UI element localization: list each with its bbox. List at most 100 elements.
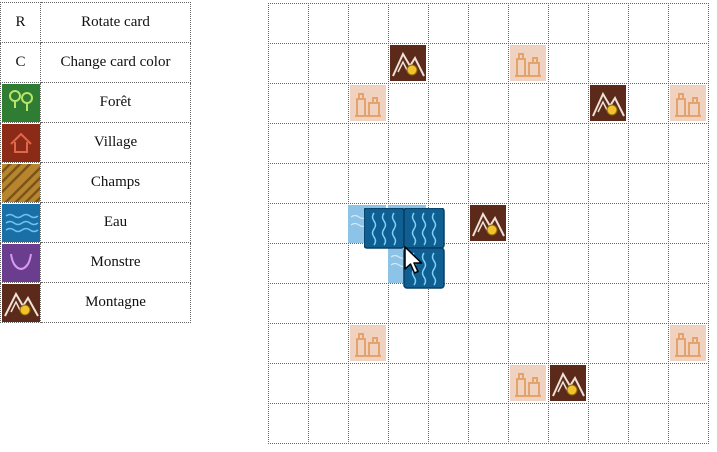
board-cell[interactable] — [588, 83, 629, 124]
board-cell[interactable] — [468, 203, 509, 244]
board-cell[interactable] — [268, 43, 309, 84]
board-cell[interactable] — [548, 283, 589, 324]
board-cell[interactable] — [268, 123, 309, 164]
board-cell[interactable] — [428, 83, 469, 124]
board-cell[interactable] — [588, 123, 629, 164]
board-cell[interactable] — [348, 403, 389, 444]
board-cell[interactable] — [388, 123, 429, 164]
board-cell[interactable] — [668, 403, 709, 444]
board-cell[interactable] — [468, 283, 509, 324]
board-cell[interactable] — [308, 283, 349, 324]
board-cell[interactable] — [308, 203, 349, 244]
board-cell[interactable] — [468, 323, 509, 364]
board-cell[interactable] — [628, 403, 669, 444]
board-cell[interactable] — [268, 203, 309, 244]
board-cell[interactable] — [388, 83, 429, 124]
board-cell[interactable] — [348, 43, 389, 84]
board-cell[interactable] — [628, 363, 669, 404]
board-cell[interactable] — [668, 323, 709, 364]
board-cell[interactable] — [548, 403, 589, 444]
board-cell[interactable] — [548, 323, 589, 364]
board-cell[interactable] — [508, 3, 549, 44]
board-cell[interactable] — [308, 163, 349, 204]
board-cell[interactable] — [388, 323, 429, 364]
board-cell[interactable] — [308, 243, 349, 284]
board-cell[interactable] — [508, 363, 549, 404]
board-cell[interactable] — [268, 363, 309, 404]
board-cell[interactable] — [588, 323, 629, 364]
board-cell[interactable] — [548, 123, 589, 164]
board-cell[interactable] — [548, 83, 589, 124]
board-cell[interactable] — [308, 83, 349, 124]
board-cell[interactable] — [668, 3, 709, 44]
board-cell[interactable] — [348, 83, 389, 124]
board-cell[interactable] — [588, 363, 629, 404]
board-cell[interactable] — [428, 123, 469, 164]
board-cell[interactable] — [668, 123, 709, 164]
board-cell[interactable] — [628, 243, 669, 284]
board-cell[interactable] — [668, 203, 709, 244]
board-cell[interactable] — [348, 3, 389, 44]
board-cell[interactable] — [268, 163, 309, 204]
board-cell[interactable] — [668, 43, 709, 84]
board-cell[interactable] — [428, 363, 469, 404]
board-cell[interactable] — [468, 83, 509, 124]
board-cell[interactable] — [588, 163, 629, 204]
board-cell[interactable] — [548, 203, 589, 244]
board-cell[interactable] — [468, 243, 509, 284]
board-cell[interactable] — [588, 403, 629, 444]
game-board[interactable] — [268, 3, 709, 444]
board-cell[interactable] — [668, 83, 709, 124]
board-cell[interactable] — [308, 123, 349, 164]
board-cell[interactable] — [268, 3, 309, 44]
board-cell[interactable] — [428, 3, 469, 44]
board-cell[interactable] — [308, 403, 349, 444]
board-cell[interactable] — [508, 283, 549, 324]
board-cell[interactable] — [388, 3, 429, 44]
board-cell[interactable] — [268, 323, 309, 364]
board-cell[interactable] — [588, 283, 629, 324]
board-cell[interactable] — [508, 323, 549, 364]
board-cell[interactable] — [628, 323, 669, 364]
board-cell[interactable] — [588, 203, 629, 244]
board-cell[interactable] — [428, 403, 469, 444]
board-cell[interactable] — [428, 43, 469, 84]
board-cell[interactable] — [508, 163, 549, 204]
board-cell[interactable] — [348, 163, 389, 204]
board-cell[interactable] — [628, 43, 669, 84]
board-cell[interactable] — [668, 163, 709, 204]
board-cell[interactable] — [628, 283, 669, 324]
board-cell[interactable] — [588, 3, 629, 44]
board-cell[interactable] — [308, 43, 349, 84]
board-cell[interactable] — [468, 163, 509, 204]
board-cell[interactable] — [588, 243, 629, 284]
board-cell[interactable] — [468, 43, 509, 84]
board-cell[interactable] — [668, 363, 709, 404]
board-cell[interactable] — [388, 163, 429, 204]
board-cell[interactable] — [388, 363, 429, 404]
board-cell[interactable] — [428, 323, 469, 364]
board-cell[interactable] — [268, 283, 309, 324]
board-cell[interactable] — [628, 83, 669, 124]
board-cell[interactable] — [508, 243, 549, 284]
board-cell[interactable] — [308, 323, 349, 364]
board-cell[interactable] — [308, 3, 349, 44]
board-cell[interactable] — [508, 123, 549, 164]
board-cell[interactable] — [348, 363, 389, 404]
board-cell[interactable] — [348, 323, 389, 364]
board-cell[interactable] — [268, 403, 309, 444]
board-cell[interactable] — [548, 163, 589, 204]
board-cell[interactable] — [268, 243, 309, 284]
board-cell[interactable] — [468, 363, 509, 404]
board-cell[interactable] — [548, 363, 589, 404]
board-cell[interactable] — [268, 83, 309, 124]
board-cell[interactable] — [388, 43, 429, 84]
board-cell[interactable] — [428, 163, 469, 204]
board-cell[interactable] — [468, 3, 509, 44]
board-cell[interactable] — [588, 43, 629, 84]
board-cell[interactable] — [508, 43, 549, 84]
board-cell[interactable] — [548, 43, 589, 84]
board-cell[interactable] — [668, 243, 709, 284]
board-cell[interactable] — [548, 3, 589, 44]
board-cell[interactable] — [628, 163, 669, 204]
